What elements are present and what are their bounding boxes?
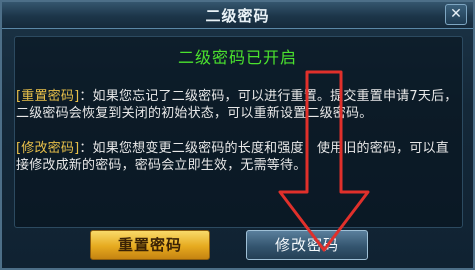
arrow-shape bbox=[278, 70, 370, 252]
red-arrow-annotation bbox=[278, 70, 370, 252]
